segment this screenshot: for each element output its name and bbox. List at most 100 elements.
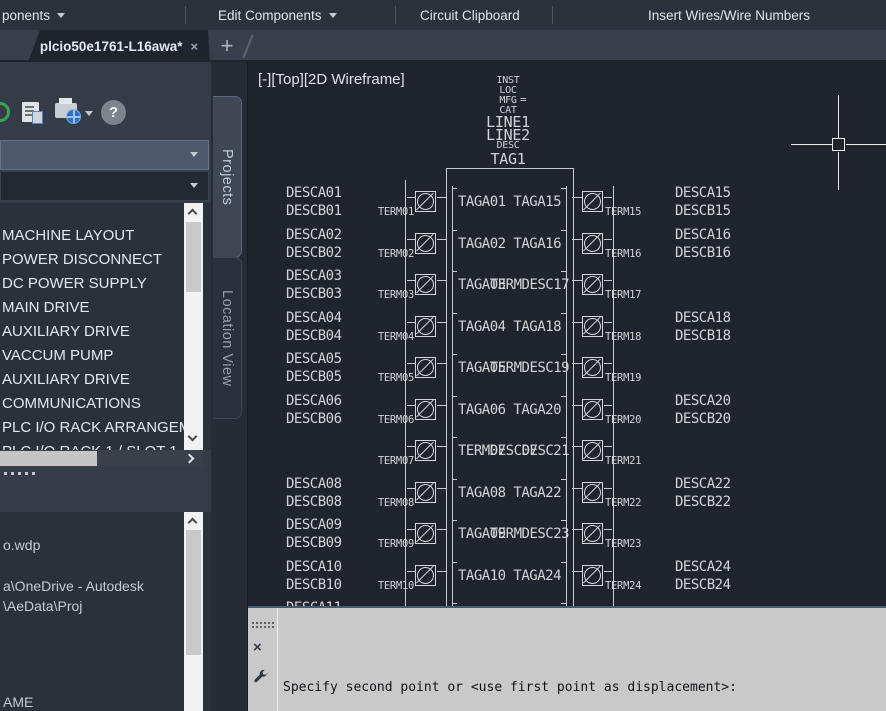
scroll-down-icon[interactable] (188, 432, 198, 442)
cad-entity (437, 571, 446, 572)
cad-terminal-symbol (582, 357, 603, 378)
cad-entity (561, 271, 566, 272)
cad-entity (452, 313, 457, 314)
cad-terminal-symbol (415, 316, 436, 337)
cad-desc-b-right: DESCB20 (675, 411, 731, 427)
cad-entity (437, 197, 446, 198)
cad-entity (407, 529, 415, 530)
cad-term-label-left: TERM09 (348, 538, 414, 550)
details-vertical-scrollbar[interactable] (184, 512, 203, 711)
chevron-down-icon[interactable] (85, 111, 93, 116)
project-dropdown[interactable] (0, 140, 209, 170)
command-history[interactable]: Specify second point or <use first point… (283, 635, 768, 711)
cad-term-label-left: TERM02 (348, 248, 414, 260)
help-icon[interactable]: ? (101, 100, 126, 125)
tree-item[interactable]: MACHINE LAYOUT (2, 227, 134, 244)
cad-desc-b-left: DESCB04 (286, 328, 342, 344)
tree-item[interactable]: DC POWER SUPPLY (2, 275, 147, 292)
cad-tag-left: TAGA01 (458, 194, 506, 210)
cad-desc-b-left: DESCB06 (286, 411, 342, 427)
cad-tag-right: TAGA20 (513, 402, 561, 418)
drawing-dropdown[interactable] (0, 171, 209, 201)
new-tab-button[interactable]: + (214, 30, 240, 62)
cad-tag-right: TAGA16 (513, 236, 561, 252)
cad-desc-a-left: DESCA08 (286, 476, 342, 492)
scroll-up-icon[interactable] (188, 209, 198, 219)
cad-overlapped-text: DESC21 (522, 443, 570, 459)
cad-desc-b-left: DESCB02 (286, 245, 342, 261)
scroll-right-icon[interactable] (185, 454, 195, 464)
cad-tag-right: TAGA24 (513, 568, 561, 584)
cad-entity (561, 520, 566, 521)
menu-item-label: Insert Wires/Wire Numbers (648, 8, 810, 23)
command-gutter: × (248, 608, 278, 711)
tree-item[interactable]: PLC I/O RACK ARRANGEME (2, 419, 201, 436)
command-drag-grip[interactable] (252, 622, 254, 624)
cad-term-label-left: TERM04 (348, 331, 414, 343)
cad-entity (452, 562, 457, 563)
cad-entity (452, 188, 457, 189)
cad-desc-b-left: DESCB01 (286, 203, 342, 219)
menu-item-edit-components[interactable]: Edit Components (218, 0, 337, 30)
tree-item[interactable]: COMMUNICATIONS (2, 395, 141, 412)
cad-terminal-symbol (582, 316, 603, 337)
tree-horizontal-scrollbar[interactable] (0, 450, 203, 467)
tab-location-view[interactable]: Location View (213, 257, 242, 419)
drawing-viewport[interactable]: [-][Top][2D Wireframe] INST LOC MFG = CA… (248, 62, 886, 608)
tree-item[interactable]: POWER DISCONNECT (2, 251, 162, 268)
scrollbar-thumb[interactable] (186, 222, 201, 292)
tab-projects[interactable]: Projects (213, 96, 242, 258)
tree-item[interactable]: VACCUM PUMP (2, 347, 113, 364)
cad-desc-b-left: DESCB05 (286, 369, 342, 385)
cad-entity (604, 363, 612, 364)
cad-tag-row: TAGA03TERMDESC17 (458, 277, 561, 293)
tree-item[interactable]: PLC I/O RACK 1 / SLOT 1, A (2, 443, 195, 450)
refresh-icon[interactable] (0, 102, 10, 122)
cad-desc-a-left: DESCA03 (286, 268, 342, 284)
tree-vertical-scrollbar[interactable] (184, 203, 203, 450)
document-tab[interactable]: plcio50e1761-L16awa* × (28, 30, 210, 62)
tab-label: Projects (219, 149, 235, 205)
cad-terminal-symbol (415, 523, 436, 544)
cad-desc-a-left: DESCA05 (286, 351, 342, 367)
command-line-panel[interactable]: × Specify second point or <use first poi… (248, 606, 886, 711)
close-tab-icon[interactable]: × (191, 39, 199, 54)
viewport-controls[interactable]: [-][Top][2D Wireframe] (258, 71, 405, 88)
panel-splitter-grip[interactable] (4, 472, 7, 475)
cad-desc-b-right: DESCB24 (675, 577, 731, 593)
cad-entity (561, 479, 566, 480)
menu-item-circuit-clipboard[interactable]: Circuit Clipboard (420, 0, 520, 30)
document-tab-bar: plcio50e1761-L16awa* × + (0, 30, 886, 62)
tree-item[interactable]: MAIN DRIVE (2, 299, 90, 316)
cad-desc-a-right: DESCA20 (675, 393, 731, 409)
tab-edge-slash (242, 35, 253, 59)
cad-term-label-right: TERM18 (605, 331, 641, 343)
crosshair-cursor (791, 144, 832, 145)
scrollbar-thumb[interactable] (0, 451, 97, 466)
cad-module-outline (446, 168, 574, 608)
cad-desc-b-right: DESCB18 (675, 328, 731, 344)
menu-divider (185, 6, 186, 24)
cad-term-label-right: TERM15 (605, 206, 641, 218)
cad-terminal-symbol (415, 357, 436, 378)
cad-term-label-left: TERM07 (348, 455, 414, 467)
close-icon[interactable]: × (253, 639, 262, 656)
cad-term-label-right: TERM16 (605, 248, 641, 260)
cad-desc-a-left: DESCA01 (286, 185, 342, 201)
publish-web-icon (66, 109, 81, 124)
menu-item-insert-wires[interactable]: Insert Wires/Wire Numbers (648, 0, 810, 30)
detail-filename: o.wdp (3, 537, 40, 553)
tree-item[interactable]: AUXILIARY DRIVE (2, 371, 130, 388)
cad-tag-row: TERM07DESC07DESC21 (458, 443, 561, 459)
cad-entity (561, 396, 566, 397)
cad-entity (572, 239, 582, 240)
cad-tag-row: TAGA04TAGA18 (458, 319, 561, 335)
scrollbar-thumb[interactable] (186, 530, 201, 655)
autocad-electrical-window: ponents Edit Components Circuit Clipboar… (0, 0, 886, 711)
wrench-icon[interactable] (252, 668, 270, 686)
report-icon[interactable] (22, 102, 39, 122)
cad-desc-b-left: DESCB09 (286, 535, 342, 551)
tree-item[interactable]: AUXILIARY DRIVE (2, 323, 130, 340)
scroll-up-icon[interactable] (188, 518, 198, 528)
menu-item-components[interactable]: ponents (2, 0, 65, 30)
